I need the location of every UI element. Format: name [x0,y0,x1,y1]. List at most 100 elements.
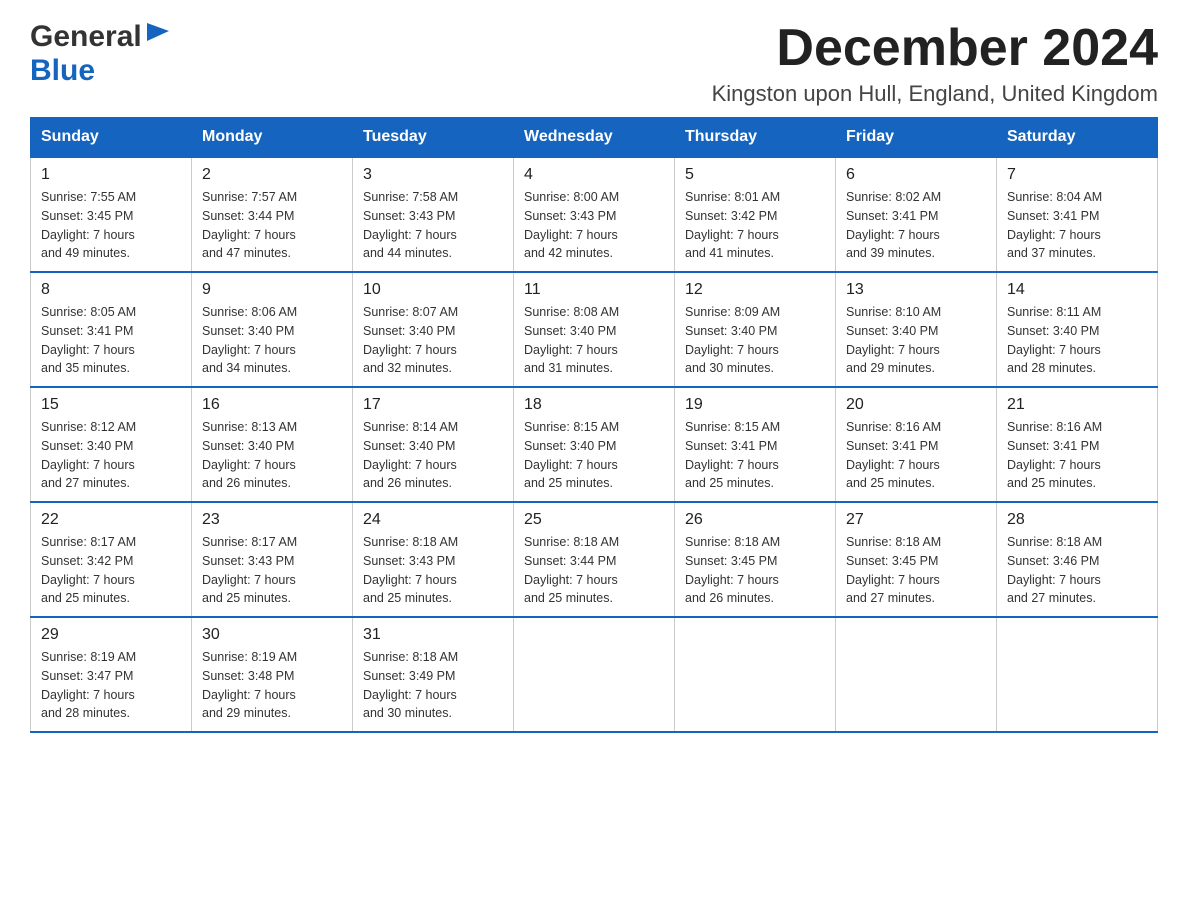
day-number: 11 [524,281,664,299]
calendar-cell: 28 Sunrise: 8:18 AMSunset: 3:46 PMDaylig… [997,502,1158,617]
day-info: Sunrise: 8:11 AMSunset: 3:40 PMDaylight:… [1007,305,1101,375]
day-info: Sunrise: 8:15 AMSunset: 3:41 PMDaylight:… [685,420,780,490]
calendar-cell: 19 Sunrise: 8:15 AMSunset: 3:41 PMDaylig… [675,387,836,502]
day-info: Sunrise: 8:18 AMSunset: 3:45 PMDaylight:… [685,535,780,605]
day-info: Sunrise: 8:07 AMSunset: 3:40 PMDaylight:… [363,305,458,375]
calendar-cell [675,617,836,732]
calendar-cell [997,617,1158,732]
day-number: 20 [846,396,986,414]
day-number: 16 [202,396,342,414]
calendar-cell: 15 Sunrise: 8:12 AMSunset: 3:40 PMDaylig… [31,387,192,502]
day-info: Sunrise: 8:16 AMSunset: 3:41 PMDaylight:… [846,420,941,490]
calendar-cell: 7 Sunrise: 8:04 AMSunset: 3:41 PMDayligh… [997,157,1158,272]
calendar-cell: 8 Sunrise: 8:05 AMSunset: 3:41 PMDayligh… [31,272,192,387]
day-number: 15 [41,396,181,414]
day-number: 2 [202,166,342,184]
day-info: Sunrise: 8:06 AMSunset: 3:40 PMDaylight:… [202,305,297,375]
page-header: General Blue December 2024 Kingston upon… [30,20,1158,107]
day-info: Sunrise: 8:13 AMSunset: 3:40 PMDaylight:… [202,420,297,490]
calendar-cell: 20 Sunrise: 8:16 AMSunset: 3:41 PMDaylig… [836,387,997,502]
logo-blue-text: Blue [30,54,95,87]
calendar-cell: 22 Sunrise: 8:17 AMSunset: 3:42 PMDaylig… [31,502,192,617]
calendar-cell: 18 Sunrise: 8:15 AMSunset: 3:40 PMDaylig… [514,387,675,502]
day-info: Sunrise: 8:04 AMSunset: 3:41 PMDaylight:… [1007,190,1102,260]
day-number: 21 [1007,396,1147,414]
logo-general-text: General [30,20,142,54]
day-number: 30 [202,626,342,644]
logo-arrow-icon [147,23,169,48]
calendar-cell: 1 Sunrise: 7:55 AMSunset: 3:45 PMDayligh… [31,157,192,272]
day-number: 5 [685,166,825,184]
weekday-header-thursday: Thursday [675,118,836,158]
calendar-cell: 16 Sunrise: 8:13 AMSunset: 3:40 PMDaylig… [192,387,353,502]
day-info: Sunrise: 7:58 AMSunset: 3:43 PMDaylight:… [363,190,458,260]
calendar-week-row: 1 Sunrise: 7:55 AMSunset: 3:45 PMDayligh… [31,157,1158,272]
day-number: 13 [846,281,986,299]
calendar-cell: 30 Sunrise: 8:19 AMSunset: 3:48 PMDaylig… [192,617,353,732]
weekday-header-tuesday: Tuesday [353,118,514,158]
calendar-cell: 13 Sunrise: 8:10 AMSunset: 3:40 PMDaylig… [836,272,997,387]
calendar-cell [514,617,675,732]
day-info: Sunrise: 8:09 AMSunset: 3:40 PMDaylight:… [685,305,780,375]
calendar-week-row: 22 Sunrise: 8:17 AMSunset: 3:42 PMDaylig… [31,502,1158,617]
day-info: Sunrise: 7:55 AMSunset: 3:45 PMDaylight:… [41,190,136,260]
day-info: Sunrise: 8:02 AMSunset: 3:41 PMDaylight:… [846,190,941,260]
calendar-cell: 6 Sunrise: 8:02 AMSunset: 3:41 PMDayligh… [836,157,997,272]
day-info: Sunrise: 8:00 AMSunset: 3:43 PMDaylight:… [524,190,619,260]
month-year-title: December 2024 [712,20,1158,77]
day-number: 18 [524,396,664,414]
calendar-cell: 10 Sunrise: 8:07 AMSunset: 3:40 PMDaylig… [353,272,514,387]
day-info: Sunrise: 7:57 AMSunset: 3:44 PMDaylight:… [202,190,297,260]
day-number: 28 [1007,511,1147,529]
calendar-cell: 23 Sunrise: 8:17 AMSunset: 3:43 PMDaylig… [192,502,353,617]
day-info: Sunrise: 8:16 AMSunset: 3:41 PMDaylight:… [1007,420,1102,490]
day-info: Sunrise: 8:05 AMSunset: 3:41 PMDaylight:… [41,305,136,375]
calendar-cell: 21 Sunrise: 8:16 AMSunset: 3:41 PMDaylig… [997,387,1158,502]
day-info: Sunrise: 8:14 AMSunset: 3:40 PMDaylight:… [363,420,458,490]
day-number: 6 [846,166,986,184]
calendar-cell: 12 Sunrise: 8:09 AMSunset: 3:40 PMDaylig… [675,272,836,387]
calendar-cell: 9 Sunrise: 8:06 AMSunset: 3:40 PMDayligh… [192,272,353,387]
calendar-cell: 24 Sunrise: 8:18 AMSunset: 3:43 PMDaylig… [353,502,514,617]
calendar-cell: 4 Sunrise: 8:00 AMSunset: 3:43 PMDayligh… [514,157,675,272]
day-number: 24 [363,511,503,529]
day-info: Sunrise: 8:18 AMSunset: 3:44 PMDaylight:… [524,535,619,605]
weekday-header-sunday: Sunday [31,118,192,158]
calendar-cell: 2 Sunrise: 7:57 AMSunset: 3:44 PMDayligh… [192,157,353,272]
day-number: 22 [41,511,181,529]
day-info: Sunrise: 8:12 AMSunset: 3:40 PMDaylight:… [41,420,136,490]
calendar-cell: 26 Sunrise: 8:18 AMSunset: 3:45 PMDaylig… [675,502,836,617]
calendar-week-row: 8 Sunrise: 8:05 AMSunset: 3:41 PMDayligh… [31,272,1158,387]
calendar-cell: 29 Sunrise: 8:19 AMSunset: 3:47 PMDaylig… [31,617,192,732]
day-number: 9 [202,281,342,299]
day-number: 29 [41,626,181,644]
day-info: Sunrise: 8:01 AMSunset: 3:42 PMDaylight:… [685,190,780,260]
day-info: Sunrise: 8:19 AMSunset: 3:48 PMDaylight:… [202,650,297,720]
calendar-cell: 17 Sunrise: 8:14 AMSunset: 3:40 PMDaylig… [353,387,514,502]
day-number: 14 [1007,281,1147,299]
weekday-header-friday: Friday [836,118,997,158]
calendar-cell: 25 Sunrise: 8:18 AMSunset: 3:44 PMDaylig… [514,502,675,617]
day-number: 12 [685,281,825,299]
weekday-header-wednesday: Wednesday [514,118,675,158]
day-number: 19 [685,396,825,414]
day-number: 3 [363,166,503,184]
day-info: Sunrise: 8:17 AMSunset: 3:42 PMDaylight:… [41,535,136,605]
calendar-cell: 14 Sunrise: 8:11 AMSunset: 3:40 PMDaylig… [997,272,1158,387]
day-number: 1 [41,166,181,184]
weekday-header-row: SundayMondayTuesdayWednesdayThursdayFrid… [31,118,1158,158]
day-info: Sunrise: 8:18 AMSunset: 3:49 PMDaylight:… [363,650,458,720]
day-number: 23 [202,511,342,529]
title-area: December 2024 Kingston upon Hull, Englan… [712,20,1158,107]
day-info: Sunrise: 8:18 AMSunset: 3:46 PMDaylight:… [1007,535,1102,605]
day-info: Sunrise: 8:15 AMSunset: 3:40 PMDaylight:… [524,420,619,490]
day-number: 8 [41,281,181,299]
calendar-cell: 11 Sunrise: 8:08 AMSunset: 3:40 PMDaylig… [514,272,675,387]
calendar-cell: 31 Sunrise: 8:18 AMSunset: 3:49 PMDaylig… [353,617,514,732]
calendar-table: SundayMondayTuesdayWednesdayThursdayFrid… [30,117,1158,733]
calendar-cell [836,617,997,732]
weekday-header-saturday: Saturday [997,118,1158,158]
day-number: 27 [846,511,986,529]
day-info: Sunrise: 8:08 AMSunset: 3:40 PMDaylight:… [524,305,619,375]
day-number: 4 [524,166,664,184]
